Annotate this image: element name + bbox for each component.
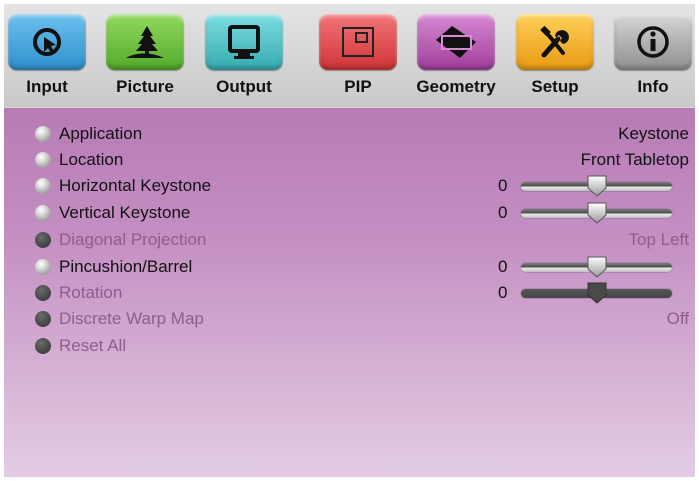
slider-knob[interactable] [586, 255, 608, 279]
tab-tile [319, 14, 397, 70]
tab-label: PIP [344, 77, 372, 96]
menu-item-location[interactable]: Location Front Tabletop [4, 148, 695, 172]
vertical-keystone-slider[interactable] [521, 202, 672, 224]
tab-info[interactable]: Info [610, 12, 695, 104]
tab-picture[interactable]: Picture [102, 12, 188, 104]
bullet-icon [35, 311, 51, 327]
osd-menu: Input Picture Output PIP Geometry Setup … [4, 4, 695, 477]
bullet-icon [35, 178, 51, 194]
slider-knob[interactable] [586, 281, 608, 305]
menu-item-pincushion-barrel[interactable]: Pincushion/Barrel 0 [4, 255, 695, 279]
item-value[interactable]: Top Left [629, 230, 690, 250]
slider-knob[interactable] [586, 174, 608, 198]
input-icon [33, 28, 61, 56]
info-icon [637, 26, 669, 58]
bullet-icon [35, 259, 51, 275]
tab-tile [614, 14, 692, 70]
horizontal-keystone-slider[interactable] [521, 175, 672, 197]
item-label: Location [59, 150, 124, 169]
tab-label: Output [216, 77, 272, 96]
tab-label: Setup [531, 77, 579, 96]
tab-geometry[interactable]: Geometry [413, 12, 499, 104]
item-value[interactable]: Front Tabletop [581, 150, 689, 170]
bullet-icon [35, 232, 51, 248]
tab-pip[interactable]: PIP [315, 12, 401, 104]
bullet-icon [35, 338, 51, 354]
setup-tools-icon [540, 25, 569, 58]
item-value: 0 [498, 257, 508, 276]
bullet-icon [35, 126, 51, 142]
bullet-icon [35, 285, 51, 301]
item-value[interactable]: Keystone [618, 124, 689, 144]
tab-label: Input [26, 77, 68, 96]
tab-label: Picture [116, 77, 174, 96]
item-value: 0 [498, 176, 508, 195]
item-label: Horizontal Keystone [59, 176, 212, 195]
item-value[interactable]: Off [667, 309, 689, 329]
menu-item-reset-all[interactable]: Reset All [4, 334, 695, 358]
menu-item-diagonal-projection[interactable]: Diagonal Projection Top Left [4, 228, 695, 252]
item-label: Application [59, 124, 143, 143]
slider-knob[interactable] [586, 201, 608, 225]
pincushion-barrel-slider[interactable] [521, 256, 672, 278]
output-monitor-icon [228, 25, 260, 59]
item-label: Diagonal Projection [59, 230, 207, 249]
tab-tile [8, 14, 86, 70]
menu-item-rotation[interactable]: Rotation 0 [4, 281, 695, 305]
tab-tile [106, 14, 184, 70]
tab-input[interactable]: Input [4, 12, 90, 104]
menu-item-horizontal-keystone[interactable]: Horizontal Keystone 0 [4, 174, 695, 198]
item-value: 0 [498, 203, 508, 222]
item-label: Pincushion/Barrel [59, 257, 193, 276]
bullet-icon [35, 152, 51, 168]
picture-icon [126, 26, 164, 58]
item-label: Reset All [59, 336, 127, 355]
menu-item-application[interactable]: Application Keystone [4, 122, 695, 146]
pip-icon [342, 27, 374, 57]
tab-setup[interactable]: Setup [512, 12, 598, 104]
bullet-icon [35, 205, 51, 221]
tab-bar: Input Picture Output PIP Geometry Setup … [4, 4, 695, 107]
tab-tile [417, 14, 495, 70]
item-label: Rotation [59, 283, 123, 302]
tab-tile [205, 14, 283, 70]
tab-output[interactable]: Output [201, 12, 287, 104]
menu-item-vertical-keystone[interactable]: Vertical Keystone 0 [4, 201, 695, 225]
tab-tile [516, 14, 594, 70]
menu-item-discrete-warp-map[interactable]: Discrete Warp Map Off [4, 307, 695, 331]
geometry-icon [436, 26, 476, 58]
tab-label: Geometry [416, 77, 496, 96]
item-value: 0 [498, 283, 508, 302]
item-label: Vertical Keystone [59, 203, 191, 222]
rotation-slider[interactable] [521, 282, 672, 304]
geometry-settings-list: Application Keystone Location Front Tabl… [4, 108, 695, 477]
tab-label: Info [637, 77, 669, 96]
item-label: Discrete Warp Map [59, 309, 204, 328]
